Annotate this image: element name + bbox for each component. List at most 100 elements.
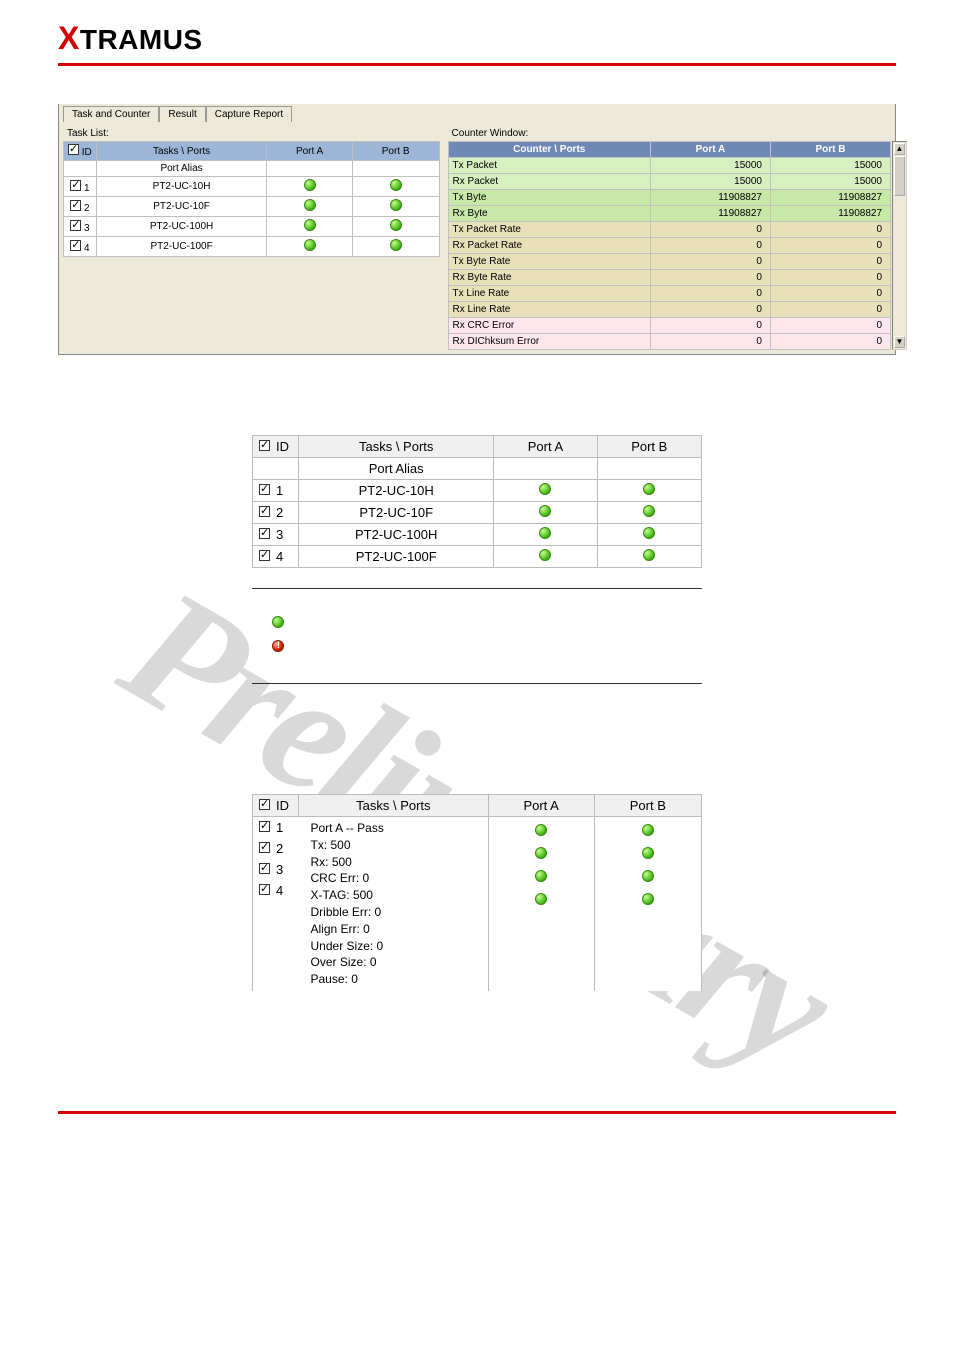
counter-value-b: 0 [770,286,890,302]
status-orb-icon [643,549,655,561]
row-checkbox[interactable] [259,884,270,895]
row-checkbox[interactable] [259,506,270,517]
scroll-thumb[interactable] [894,156,905,196]
task-row: 1 PT2-UC-10H [253,480,702,502]
counter-value-b: 0 [770,302,890,318]
counter-row: Rx DIChksum Error00 [448,334,890,350]
id-header: ID [276,798,289,813]
tab-result[interactable]: Result [159,106,205,122]
task-row: 3 PT2-UC-100H [253,524,702,546]
row-id: 1 [84,183,90,194]
row-id: 2 [84,203,90,214]
row-checkbox[interactable] [259,863,270,874]
tooltip-line: Rx: 500 [311,854,480,871]
status-orb-icon [643,527,655,539]
row-id: 2 [276,505,283,520]
tooltip-line: Over Size: 0 [311,954,480,971]
tooltip-line: Port A -- Pass [311,820,480,837]
status-orb-icon [304,239,316,251]
row-checkbox[interactable] [259,528,270,539]
id-header: ID [82,147,92,158]
row-name: PT2-UC-100H [299,524,494,546]
scroll-up-icon[interactable]: ▲ [894,143,905,155]
tooltip-line: Dribble Err: 0 [311,904,480,921]
task-row: 2 PT2-UC-10F [253,502,702,524]
counter-value-a: 0 [650,318,770,334]
counter-value-b: 15000 [770,174,890,190]
counter-table: Counter \ Ports Port A Port B Tx Packet1… [448,141,891,350]
select-all-checkbox[interactable] [68,144,79,155]
tasks-header: Tasks \ Ports [96,142,267,161]
counter-row: Rx Byte Rate00 [448,270,890,286]
status-orb-icon [642,870,654,882]
counter-row: Tx Byte Rate00 [448,254,890,270]
counter-row: Rx Line Rate00 [448,302,890,318]
tab-task-counter[interactable]: Task and Counter [63,106,159,122]
porta-header: Port A [488,795,594,817]
row-checkbox[interactable] [70,200,81,211]
counter-name: Tx Packet [448,158,650,174]
counter-row: Tx Line Rate00 [448,286,890,302]
row-checkbox[interactable] [259,842,270,853]
counter-value-b: 11908827 [770,206,890,222]
status-orb-icon [535,824,547,836]
tab-capture-report[interactable]: Capture Report [206,106,292,122]
row-checkbox[interactable] [70,180,81,191]
counter-name: Rx Byte Rate [448,270,650,286]
scroll-down-icon[interactable]: ▼ [894,336,905,348]
row-name: PT2-UC-10F [299,502,494,524]
row-checkbox[interactable] [259,550,270,561]
row-id: 3 [276,862,283,877]
task-row: 4 PT2-UC-100F [253,546,702,568]
row-id: 3 [276,527,283,542]
counter-value-b: 0 [770,334,890,350]
task-row: 4 PT2-UC-100F [64,237,440,257]
portb-header: Port B [594,795,701,817]
row-checkbox[interactable] [259,821,270,832]
row-checkbox[interactable] [70,240,81,251]
tooltip-line: Align Err: 0 [311,921,480,938]
counter-value-b: 15000 [770,158,890,174]
vertical-scrollbar[interactable]: ▲ ▼ [892,141,907,350]
counter-header-porta: Port A [650,142,770,158]
status-orb-icon [390,179,402,191]
port-alias-header: Port Alias [96,161,267,177]
tooltip-line: Under Size: 0 [311,938,480,955]
task-row: 3 PT2-UC-100H [64,217,440,237]
tooltip-line: X-TAG: 500 [311,887,480,904]
row-id: 4 [276,549,283,564]
row-checkbox[interactable] [70,220,81,231]
tooltip-line: CRC Err: 0 [311,870,480,887]
task-list-enlarged-table: ID Tasks \ Ports Port A Port B Port Alia… [252,435,702,568]
status-legend [252,588,702,684]
counter-row: Tx Packet1500015000 [448,158,890,174]
counter-value-a: 11908827 [650,190,770,206]
counter-row: Rx Byte1190882711908827 [448,206,890,222]
counter-row: Rx Packet Rate00 [448,238,890,254]
row-name: PT2-UC-10H [96,177,267,197]
select-all-checkbox[interactable] [259,799,270,810]
task-list-label: Task List: [63,126,440,141]
row-name: PT2-UC-10F [96,197,267,217]
app-panel: Task and Counter Result Capture Report T… [58,104,896,355]
select-all-checkbox[interactable] [259,440,270,451]
status-orb-icon [642,847,654,859]
counter-name: Tx Packet Rate [448,222,650,238]
task-row: 2 PT2-UC-10F [64,197,440,217]
counter-value-b: 0 [770,254,890,270]
id-header: ID [276,439,289,454]
counter-value-a: 0 [650,334,770,350]
counter-value-a: 0 [650,270,770,286]
status-orb-icon [539,549,551,561]
row-checkbox[interactable] [259,484,270,495]
footer-divider [58,1111,896,1151]
counter-value-b: 11908827 [770,190,890,206]
counter-name: Tx Byte [448,190,650,206]
counter-value-a: 0 [650,238,770,254]
counter-value-b: 0 [770,222,890,238]
counter-row: Tx Packet Rate00 [448,222,890,238]
task-list-table: ID Tasks \ Ports Port A Port B Port Alia… [63,141,440,257]
header-bar: XTRAMUS [58,20,896,66]
counter-window-label: Counter Window: [448,126,891,141]
status-orb-icon [304,219,316,231]
